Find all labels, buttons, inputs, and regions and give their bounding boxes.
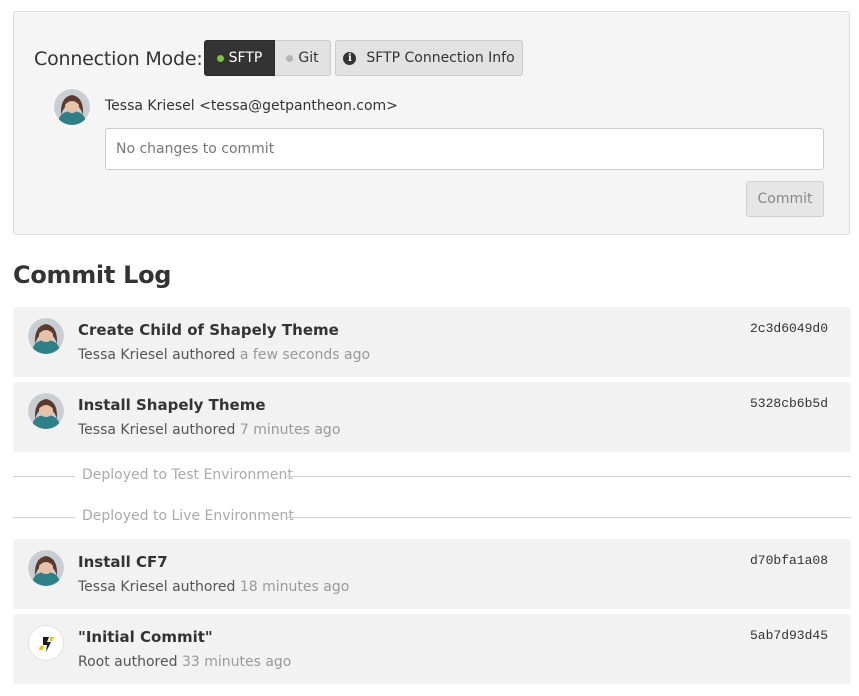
- commit-row[interactable]: Install CF7 Tessa Kriesel authored 18 mi…: [13, 539, 851, 609]
- active-status-dot-icon: [216, 54, 224, 62]
- commit-time: 33 minutes ago: [181, 654, 292, 670]
- divider-line: [285, 517, 851, 518]
- commit-verb: authored: [172, 422, 236, 438]
- deploy-label: Deployed to Live Environment: [82, 508, 294, 524]
- commit-author-name: Tessa Kriesel: [78, 347, 168, 363]
- commit-hash[interactable]: 5328cb6b5d: [750, 396, 828, 411]
- pantheon-logo-icon: [28, 625, 64, 661]
- deploy-divider-test: Deployed to Test Environment: [13, 466, 851, 486]
- git-mode-button[interactable]: Git: [275, 40, 331, 76]
- commit-author-name: Tessa Kriesel: [78, 422, 168, 438]
- avatar: [28, 318, 64, 354]
- divider-line: [13, 517, 75, 518]
- connection-panel: Connection Mode: SFTP Git i SFTP Connect…: [13, 11, 850, 235]
- avatar: [28, 393, 64, 429]
- commit-hash[interactable]: d70bfa1a08: [750, 553, 828, 568]
- sftp-connection-info-label: SFTP Connection Info: [366, 50, 515, 66]
- commit-verb: authored: [172, 347, 236, 363]
- commit-hash[interactable]: 5ab7d93d45: [750, 628, 828, 643]
- sftp-mode-label: SFTP: [228, 50, 263, 66]
- commit-message-placeholder: No changes to commit: [116, 141, 275, 157]
- git-mode-label: Git: [298, 50, 319, 66]
- commit-button[interactable]: Commit: [746, 181, 824, 217]
- deploy-label: Deployed to Test Environment: [82, 467, 293, 483]
- commit-meta: Root authored 33 minutes ago: [78, 654, 291, 670]
- commit-row[interactable]: "Initial Commit" Root authored 33 minute…: [13, 614, 851, 684]
- commit-author-name: Root: [78, 654, 110, 670]
- avatar: [28, 550, 64, 586]
- commit-time: 7 minutes ago: [239, 422, 341, 438]
- commit-hash[interactable]: 2c3d6049d0: [750, 321, 828, 336]
- commit-meta: Tessa Kriesel authored a few seconds ago: [78, 347, 370, 363]
- commit-message: "Initial Commit": [78, 628, 213, 646]
- commit-row[interactable]: Install Shapely Theme Tessa Kriesel auth…: [13, 382, 851, 452]
- commit-time: 18 minutes ago: [239, 579, 350, 595]
- commit-message: Install CF7: [78, 553, 168, 571]
- sftp-connection-info-button[interactable]: i SFTP Connection Info: [335, 40, 523, 76]
- sftp-mode-button[interactable]: SFTP: [204, 40, 275, 76]
- commit-time: a few seconds ago: [239, 347, 371, 363]
- divider-line: [13, 476, 75, 477]
- commit-author: Tessa Kriesel <tessa@getpantheon.com>: [105, 98, 398, 114]
- commit-row[interactable]: Create Child of Shapely Theme Tessa Krie…: [13, 307, 851, 377]
- connection-mode-label: Connection Mode:: [34, 48, 203, 70]
- commit-verb: authored: [114, 654, 178, 670]
- deploy-divider-live: Deployed to Live Environment: [13, 507, 851, 527]
- commit-author-name: Tessa Kriesel: [78, 579, 168, 595]
- avatar: [54, 89, 90, 125]
- commit-message: Install Shapely Theme: [78, 396, 266, 414]
- commit-verb: authored: [172, 579, 236, 595]
- commit-message-input[interactable]: No changes to commit: [105, 128, 824, 170]
- commit-meta: Tessa Kriesel authored 7 minutes ago: [78, 422, 340, 438]
- inactive-status-dot-icon: [286, 54, 294, 62]
- divider-line: [287, 476, 851, 477]
- commit-log-title: Commit Log: [13, 261, 172, 289]
- info-circle-icon: i: [343, 51, 357, 65]
- commit-button-label: Commit: [757, 191, 813, 207]
- commit-meta: Tessa Kriesel authored 18 minutes ago: [78, 579, 349, 595]
- commit-message: Create Child of Shapely Theme: [78, 321, 339, 339]
